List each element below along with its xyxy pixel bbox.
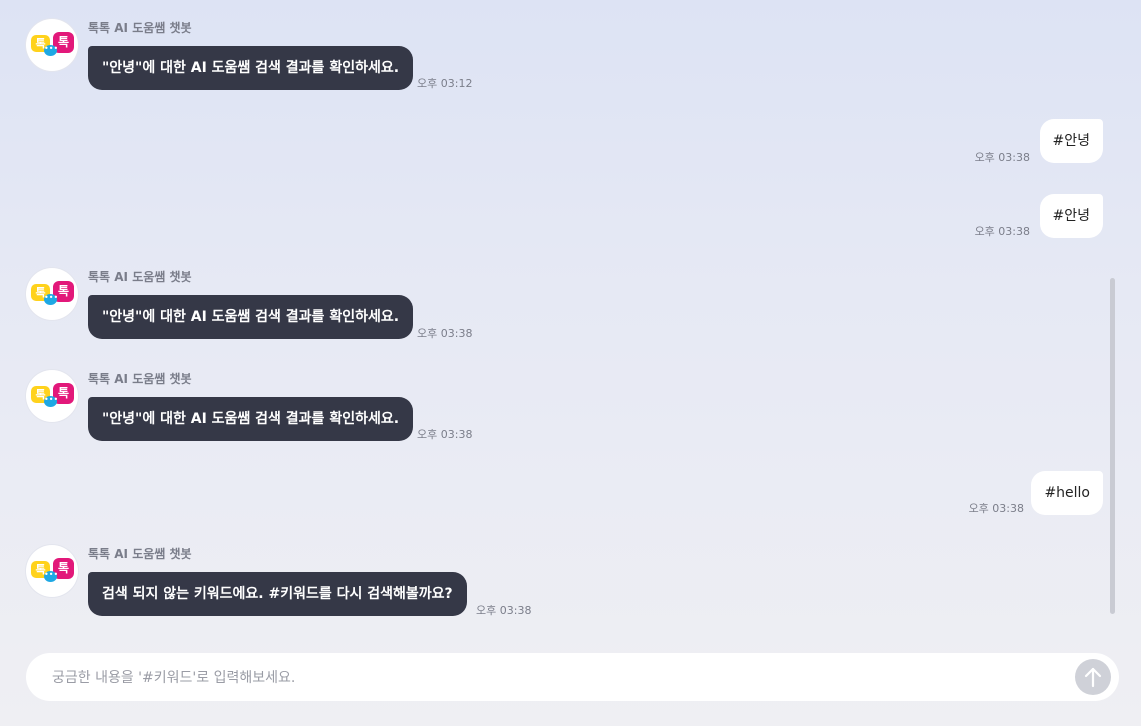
chatbot-avatar: 톡 톡 •••	[26, 545, 78, 597]
user-message-bubble: #hello	[1031, 471, 1103, 515]
chat-input[interactable]	[50, 653, 1054, 703]
bot-message-bubble: "안녕"에 대한 AI 도움쌤 검색 결과를 확인하세요.	[88, 397, 414, 441]
bot-message-bubble: "안녕"에 대한 AI 도움쌤 검색 결과를 확인하세요.	[88, 46, 414, 90]
chatbot-avatar: 톡 톡 •••	[26, 370, 78, 422]
avatar-dots: •••	[44, 293, 59, 302]
message-time: 오후 03:38	[417, 327, 473, 340]
message-time: 오후 03:12	[417, 77, 473, 90]
bot-name: 톡톡 AI 도움쌤 챗봇	[88, 547, 192, 561]
message-time: 오후 03:38	[476, 604, 532, 617]
arrow-up-icon	[1084, 667, 1102, 688]
bot-message-bubble: 검색 되지 않는 키워드에요. #키워드를 다시 검색해볼까요?	[88, 572, 467, 616]
bot-message-bubble: "안녕"에 대한 AI 도움쌤 검색 결과를 확인하세요.	[88, 295, 414, 339]
chatbot-avatar: 톡 톡 •••	[26, 268, 78, 320]
message-time: 오후 03:38	[968, 502, 1024, 515]
message-input-bar	[26, 653, 1119, 703]
avatar-dots: •••	[44, 570, 59, 579]
bot-name: 톡톡 AI 도움쌤 챗봇	[88, 270, 192, 284]
message-time: 오후 03:38	[974, 151, 1030, 164]
avatar-dots: •••	[44, 44, 59, 53]
chat-area: 톡 톡 ••• 톡톡 AI 도움쌤 챗봇 "안녕"에 대한 AI 도움쌤 검색 …	[0, 0, 1141, 636]
user-message-bubble: #안녕	[1039, 119, 1103, 163]
bot-name: 톡톡 AI 도움쌤 챗봇	[88, 372, 192, 386]
avatar-dots: •••	[44, 395, 59, 404]
message-time: 오후 03:38	[974, 225, 1030, 238]
message-time: 오후 03:38	[417, 428, 473, 441]
send-button[interactable]	[1075, 659, 1111, 695]
user-message-bubble: #안녕	[1039, 194, 1103, 238]
bot-name: 톡톡 AI 도움쌤 챗봇	[88, 21, 192, 35]
chat-scrollbar[interactable]	[1110, 278, 1115, 614]
chatbot-avatar: 톡 톡 •••	[26, 19, 78, 71]
